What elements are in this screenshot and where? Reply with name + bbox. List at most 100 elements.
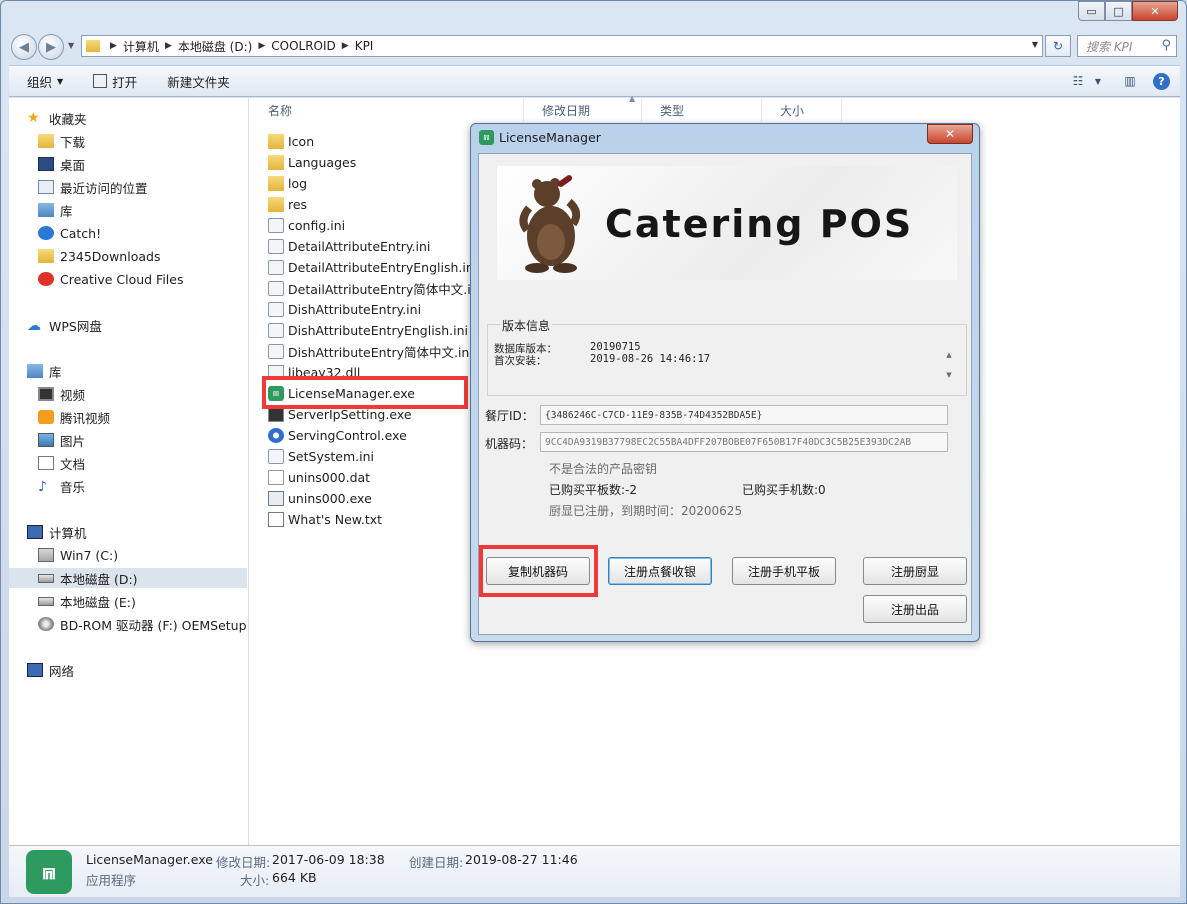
organize-menu[interactable]: 组织 ▼ bbox=[27, 72, 63, 91]
nav-label: 库 bbox=[49, 364, 62, 380]
list-item[interactable]: config.ini bbox=[268, 215, 345, 236]
breadcrumb-computer[interactable]: 计算机 bbox=[123, 38, 159, 55]
open-button[interactable]: 打开 bbox=[93, 72, 137, 91]
dialog-title: LicenseManager bbox=[499, 130, 601, 145]
new-folder-button[interactable]: 新建文件夹 bbox=[167, 72, 230, 91]
breadcrumb-kpi[interactable]: KPI bbox=[355, 39, 374, 53]
list-item[interactable]: unins000.exe bbox=[268, 488, 372, 509]
chevron-down-icon[interactable]: ▼ bbox=[1032, 40, 1038, 49]
disc-icon bbox=[38, 617, 54, 631]
version-scrollbar[interactable]: ▲ ▼ bbox=[942, 345, 956, 385]
column-size[interactable]: 大小 bbox=[762, 98, 842, 122]
list-item[interactable]: Icon bbox=[268, 131, 314, 152]
file-name: unins000.exe bbox=[288, 491, 372, 506]
column-modified[interactable]: 修改日期 bbox=[524, 98, 642, 122]
forward-button[interactable]: ▶ bbox=[38, 34, 64, 60]
nav-library[interactable]: 库 bbox=[27, 361, 62, 381]
column-type[interactable]: 类型 bbox=[642, 98, 762, 122]
list-item[interactable]: Languages bbox=[268, 152, 356, 173]
list-item[interactable]: ServingControl.exe bbox=[268, 425, 407, 446]
nav-library-favorite[interactable]: 库 bbox=[38, 200, 73, 220]
nav-label: Win7 (C:) bbox=[60, 547, 119, 563]
nav-drive-e[interactable]: 本地磁盘 (E:) bbox=[38, 591, 136, 611]
nav-drive-d[interactable]: 本地磁盘 (D:) bbox=[9, 568, 247, 588]
list-item[interactable]: unins000.dat bbox=[268, 467, 370, 488]
settings-file-icon bbox=[268, 344, 284, 359]
nav-recent[interactable]: 最近访问的位置 bbox=[38, 177, 148, 197]
caption-buttons: ▭ □ ✕ bbox=[1078, 1, 1178, 21]
preview-pane-icon[interactable]: ▥ bbox=[1121, 72, 1139, 90]
column-type-label: 类型 bbox=[660, 103, 685, 118]
chevron-right-icon[interactable]: ▶ bbox=[110, 41, 117, 51]
nav-2345downloads[interactable]: 2345Downloads bbox=[38, 246, 160, 266]
register-output-button[interactable]: 注册出品 bbox=[863, 595, 967, 623]
nav-drive-c[interactable]: Win7 (C:) bbox=[38, 545, 118, 565]
nav-network[interactable]: 网络 bbox=[27, 660, 74, 680]
close-button[interactable]: ✕ bbox=[1132, 1, 1178, 21]
nav-tencent-video[interactable]: 腾讯视频 bbox=[38, 407, 110, 427]
list-item[interactable]: DetailAttributeEntryEnglish.ini bbox=[268, 257, 477, 278]
nav-label: Catch! bbox=[60, 225, 102, 241]
nav-label: 图片 bbox=[60, 433, 86, 449]
file-name: res bbox=[288, 197, 308, 212]
nav-downloads[interactable]: 下载 bbox=[38, 131, 85, 151]
nav-label: 文档 bbox=[60, 456, 86, 472]
list-item[interactable]: SetSystem.ini bbox=[268, 446, 374, 467]
chevron-right-icon[interactable]: ▶ bbox=[258, 41, 265, 51]
search-input[interactable]: 搜索 KPI ⚲ bbox=[1077, 35, 1177, 57]
list-item[interactable]: DetailAttributeEntry简体中文.ini bbox=[268, 278, 482, 299]
list-item[interactable]: res bbox=[268, 194, 307, 215]
dialog-body: Catering POS 版本信息 数据库版本： 20190715 首次安装： … bbox=[478, 153, 972, 635]
nav-label: 最近访问的位置 bbox=[60, 180, 148, 196]
nav-desktop[interactable]: 桌面 bbox=[38, 154, 85, 174]
view-options-icon[interactable]: ☷ bbox=[1069, 72, 1087, 90]
recent-pages-dropdown[interactable]: ▼ bbox=[68, 41, 74, 50]
minimize-button[interactable]: ▭ bbox=[1078, 1, 1105, 21]
list-item[interactable]: log bbox=[268, 173, 307, 194]
register-pos-button[interactable]: 注册点餐收银 bbox=[608, 557, 712, 585]
settings-file-icon bbox=[268, 302, 284, 317]
nav-documents[interactable]: 文档 bbox=[38, 453, 85, 473]
address-bar[interactable]: ▶ 计算机 ▶ 本地磁盘 (D:) ▶ COOLROID ▶ KPI ▼ bbox=[81, 35, 1043, 57]
nav-drive-f[interactable]: BD-ROM 驱动器 (F:) OEMSetup1! bbox=[38, 614, 248, 634]
machine-code-field[interactable]: 9CC4DA9319B37798EC2C55BA4DFF207BOBE07F65… bbox=[540, 432, 948, 452]
register-kds-button[interactable]: 注册厨显 bbox=[863, 557, 967, 585]
catch-icon bbox=[38, 226, 54, 240]
maximize-button[interactable]: □ bbox=[1105, 1, 1132, 21]
windows-drive-icon bbox=[38, 548, 54, 562]
list-item[interactable]: DishAttributeEntryEnglish.ini bbox=[268, 320, 468, 341]
list-item[interactable]: DetailAttributeEntry.ini bbox=[268, 236, 430, 257]
breadcrumb-drive-d[interactable]: 本地磁盘 (D:) bbox=[178, 38, 252, 55]
version-group: 版本信息 数据库版本： 20190715 首次安装： 2019-08-26 14… bbox=[487, 317, 967, 396]
column-name[interactable]: 名称 bbox=[250, 98, 524, 122]
nav-label: 2345Downloads bbox=[60, 248, 161, 264]
register-mobile-button[interactable]: 注册手机平板 bbox=[732, 557, 836, 585]
first-install-value: 2019-08-26 14:46:17 bbox=[590, 353, 711, 365]
nav-videos[interactable]: 视频 bbox=[38, 384, 85, 404]
chevron-right-icon[interactable]: ▶ bbox=[165, 41, 172, 51]
settings-file-icon bbox=[268, 323, 284, 338]
back-button[interactable]: ◀ bbox=[11, 34, 37, 60]
nav-wps[interactable]: ☁ WPS网盘 bbox=[27, 315, 102, 335]
scroll-down-icon[interactable]: ▼ bbox=[942, 365, 956, 385]
nav-computer[interactable]: 计算机 bbox=[27, 522, 87, 542]
nav-creative-cloud[interactable]: Creative Cloud Files bbox=[38, 269, 184, 289]
help-icon[interactable]: ? bbox=[1153, 72, 1170, 90]
nav-favorites[interactable]: ★ 收藏夹 bbox=[27, 108, 87, 128]
chevron-down-icon[interactable]: ▼ bbox=[1089, 72, 1107, 90]
scroll-up-icon[interactable]: ▲ bbox=[942, 345, 956, 365]
nav-catch[interactable]: Catch! bbox=[38, 223, 101, 243]
breadcrumb-coolroid[interactable]: COOLROID bbox=[271, 39, 336, 53]
restaurant-id-field[interactable]: {3486246C-C7CD-11E9-835B-74D4352BDA5E} bbox=[540, 405, 948, 425]
nav-label: 桌面 bbox=[60, 157, 86, 173]
chevron-right-icon[interactable]: ▶ bbox=[342, 41, 349, 51]
recent-places-icon bbox=[38, 180, 54, 194]
list-item[interactable]: DishAttributeEntry.ini bbox=[268, 299, 421, 320]
first-install-label: 首次安装： bbox=[494, 355, 547, 367]
list-item[interactable]: DishAttributeEntry简体中文.ini bbox=[268, 341, 473, 362]
nav-pictures[interactable]: 图片 bbox=[38, 430, 85, 450]
dialog-close-button[interactable]: ✕ bbox=[927, 124, 973, 144]
nav-music[interactable]: ♪ 音乐 bbox=[38, 476, 85, 496]
refresh-button[interactable]: ↻ bbox=[1045, 35, 1071, 57]
list-item[interactable]: What's New.txt bbox=[268, 509, 382, 530]
